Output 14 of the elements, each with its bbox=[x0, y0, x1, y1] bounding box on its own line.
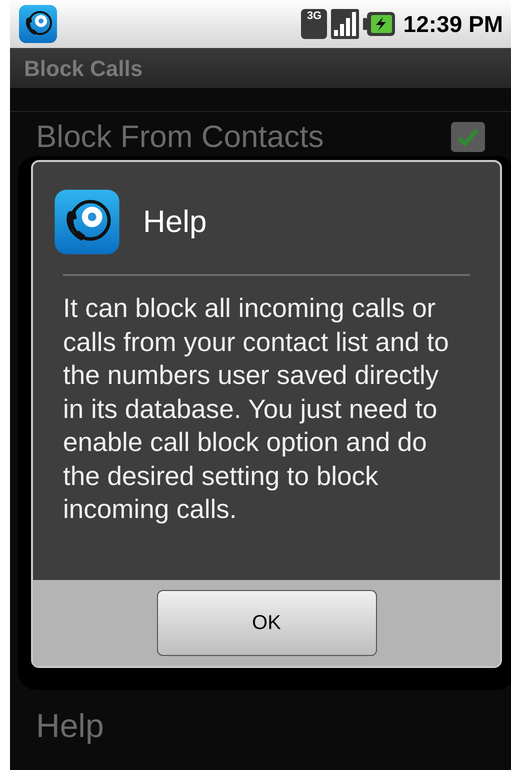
dialog-message: It can block all incoming calls or calls from your contact list and to the numbers user saved directly in its database. You just need to enable call block option and do the desired setting to block incoming calls. bbox=[62, 292, 450, 526]
app-logo-icon bbox=[53, 188, 121, 256]
check-icon bbox=[457, 127, 479, 147]
setting-checkbox[interactable] bbox=[451, 122, 485, 152]
app-notification-icon bbox=[18, 4, 58, 44]
network-type-icon: 3G bbox=[301, 9, 328, 39]
battery-charging-icon bbox=[363, 12, 396, 36]
signal-icon bbox=[331, 9, 360, 39]
help-item[interactable]: Help bbox=[36, 700, 104, 750]
ok-button[interactable]: OK bbox=[156, 590, 376, 656]
dialog-title: Help bbox=[143, 202, 207, 241]
app-title: Block Calls bbox=[24, 54, 143, 82]
clock-time: 12:39 PM bbox=[403, 10, 503, 39]
setting-label[interactable]: Block From Contacts bbox=[36, 119, 451, 155]
